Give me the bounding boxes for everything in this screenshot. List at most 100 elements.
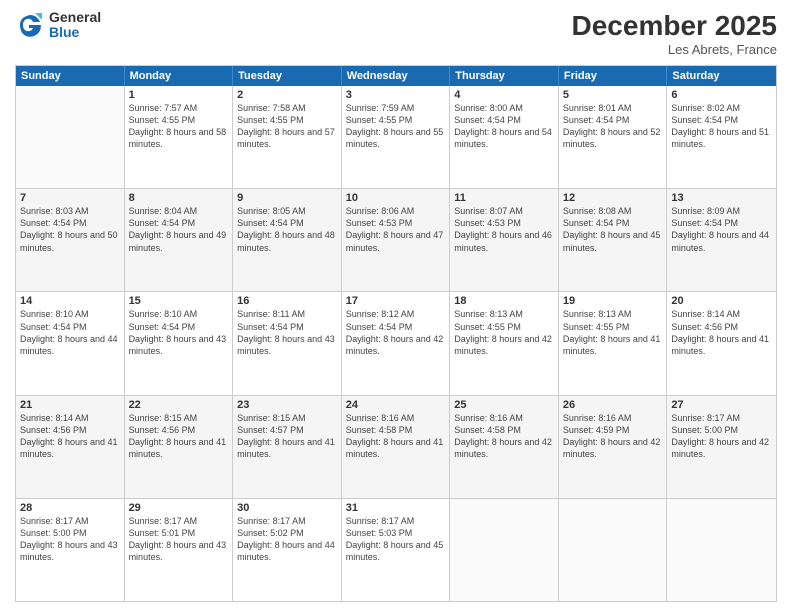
calendar-row: 28Sunrise: 8:17 AM Sunset: 5:00 PM Dayli… <box>16 498 776 601</box>
calendar-cell <box>450 499 559 601</box>
calendar-cell: 18Sunrise: 8:13 AM Sunset: 4:55 PM Dayli… <box>450 292 559 394</box>
day-number: 5 <box>563 89 663 101</box>
day-info: Sunrise: 8:09 AM Sunset: 4:54 PM Dayligh… <box>671 205 772 254</box>
day-info: Sunrise: 8:11 AM Sunset: 4:54 PM Dayligh… <box>237 308 337 357</box>
day-number: 18 <box>454 295 554 307</box>
day-info: Sunrise: 8:02 AM Sunset: 4:54 PM Dayligh… <box>671 102 772 151</box>
calendar-cell: 2Sunrise: 7:58 AM Sunset: 4:55 PM Daylig… <box>233 86 342 188</box>
logo-text: General Blue <box>49 10 101 41</box>
day-info: Sunrise: 8:17 AM Sunset: 5:01 PM Dayligh… <box>129 515 229 564</box>
calendar-row: 21Sunrise: 8:14 AM Sunset: 4:56 PM Dayli… <box>16 395 776 498</box>
day-info: Sunrise: 7:57 AM Sunset: 4:55 PM Dayligh… <box>129 102 229 151</box>
calendar-cell: 21Sunrise: 8:14 AM Sunset: 4:56 PM Dayli… <box>16 396 125 498</box>
day-info: Sunrise: 8:03 AM Sunset: 4:54 PM Dayligh… <box>20 205 120 254</box>
day-info: Sunrise: 8:17 AM Sunset: 5:03 PM Dayligh… <box>346 515 446 564</box>
day-info: Sunrise: 8:17 AM Sunset: 5:00 PM Dayligh… <box>20 515 120 564</box>
day-number: 1 <box>129 89 229 101</box>
logo-general-text: General <box>49 10 101 25</box>
day-info: Sunrise: 8:01 AM Sunset: 4:54 PM Dayligh… <box>563 102 663 151</box>
month-title: December 2025 <box>572 10 777 42</box>
weekday-header: Friday <box>559 66 668 86</box>
calendar-cell: 20Sunrise: 8:14 AM Sunset: 4:56 PM Dayli… <box>667 292 776 394</box>
calendar-cell: 6Sunrise: 8:02 AM Sunset: 4:54 PM Daylig… <box>667 86 776 188</box>
calendar-cell: 29Sunrise: 8:17 AM Sunset: 5:01 PM Dayli… <box>125 499 234 601</box>
day-number: 22 <box>129 399 229 411</box>
day-number: 27 <box>671 399 772 411</box>
calendar-cell: 28Sunrise: 8:17 AM Sunset: 5:00 PM Dayli… <box>16 499 125 601</box>
calendar-cell: 10Sunrise: 8:06 AM Sunset: 4:53 PM Dayli… <box>342 189 451 291</box>
weekday-header: Thursday <box>450 66 559 86</box>
day-number: 25 <box>454 399 554 411</box>
day-number: 29 <box>129 502 229 514</box>
day-number: 15 <box>129 295 229 307</box>
calendar-cell: 15Sunrise: 8:10 AM Sunset: 4:54 PM Dayli… <box>125 292 234 394</box>
day-number: 19 <box>563 295 663 307</box>
calendar-cell: 12Sunrise: 8:08 AM Sunset: 4:54 PM Dayli… <box>559 189 668 291</box>
weekday-header: Sunday <box>16 66 125 86</box>
day-info: Sunrise: 8:14 AM Sunset: 4:56 PM Dayligh… <box>671 308 772 357</box>
calendar-cell: 25Sunrise: 8:16 AM Sunset: 4:58 PM Dayli… <box>450 396 559 498</box>
calendar-cell: 30Sunrise: 8:17 AM Sunset: 5:02 PM Dayli… <box>233 499 342 601</box>
day-number: 12 <box>563 192 663 204</box>
calendar-cell: 19Sunrise: 8:13 AM Sunset: 4:55 PM Dayli… <box>559 292 668 394</box>
calendar-cell: 4Sunrise: 8:00 AM Sunset: 4:54 PM Daylig… <box>450 86 559 188</box>
day-number: 9 <box>237 192 337 204</box>
calendar-cell: 24Sunrise: 8:16 AM Sunset: 4:58 PM Dayli… <box>342 396 451 498</box>
calendar-cell <box>559 499 668 601</box>
logo: General Blue <box>15 10 101 41</box>
logo-blue-text: Blue <box>49 25 101 40</box>
day-info: Sunrise: 8:10 AM Sunset: 4:54 PM Dayligh… <box>20 308 120 357</box>
day-info: Sunrise: 8:15 AM Sunset: 4:57 PM Dayligh… <box>237 412 337 461</box>
day-number: 8 <box>129 192 229 204</box>
day-info: Sunrise: 8:05 AM Sunset: 4:54 PM Dayligh… <box>237 205 337 254</box>
day-info: Sunrise: 7:58 AM Sunset: 4:55 PM Dayligh… <box>237 102 337 151</box>
calendar-body: 1Sunrise: 7:57 AM Sunset: 4:55 PM Daylig… <box>16 86 776 601</box>
day-info: Sunrise: 8:17 AM Sunset: 5:02 PM Dayligh… <box>237 515 337 564</box>
day-number: 10 <box>346 192 446 204</box>
day-number: 6 <box>671 89 772 101</box>
calendar-cell: 17Sunrise: 8:12 AM Sunset: 4:54 PM Dayli… <box>342 292 451 394</box>
calendar-header: SundayMondayTuesdayWednesdayThursdayFrid… <box>16 66 776 86</box>
calendar-cell: 5Sunrise: 8:01 AM Sunset: 4:54 PM Daylig… <box>559 86 668 188</box>
day-number: 20 <box>671 295 772 307</box>
calendar-cell: 11Sunrise: 8:07 AM Sunset: 4:53 PM Dayli… <box>450 189 559 291</box>
day-info: Sunrise: 8:15 AM Sunset: 4:56 PM Dayligh… <box>129 412 229 461</box>
day-info: Sunrise: 8:16 AM Sunset: 4:59 PM Dayligh… <box>563 412 663 461</box>
day-info: Sunrise: 8:10 AM Sunset: 4:54 PM Dayligh… <box>129 308 229 357</box>
day-number: 11 <box>454 192 554 204</box>
day-number: 30 <box>237 502 337 514</box>
day-number: 3 <box>346 89 446 101</box>
calendar: SundayMondayTuesdayWednesdayThursdayFrid… <box>15 65 777 602</box>
day-info: Sunrise: 8:13 AM Sunset: 4:55 PM Dayligh… <box>563 308 663 357</box>
day-info: Sunrise: 8:13 AM Sunset: 4:55 PM Dayligh… <box>454 308 554 357</box>
day-number: 21 <box>20 399 120 411</box>
day-number: 23 <box>237 399 337 411</box>
calendar-cell: 23Sunrise: 8:15 AM Sunset: 4:57 PM Dayli… <box>233 396 342 498</box>
day-number: 14 <box>20 295 120 307</box>
calendar-row: 7Sunrise: 8:03 AM Sunset: 4:54 PM Daylig… <box>16 188 776 291</box>
day-info: Sunrise: 8:12 AM Sunset: 4:54 PM Dayligh… <box>346 308 446 357</box>
calendar-cell <box>667 499 776 601</box>
calendar-row: 1Sunrise: 7:57 AM Sunset: 4:55 PM Daylig… <box>16 86 776 188</box>
day-number: 17 <box>346 295 446 307</box>
calendar-cell: 9Sunrise: 8:05 AM Sunset: 4:54 PM Daylig… <box>233 189 342 291</box>
calendar-cell: 1Sunrise: 7:57 AM Sunset: 4:55 PM Daylig… <box>125 86 234 188</box>
location: Les Abrets, France <box>572 42 777 57</box>
day-info: Sunrise: 8:08 AM Sunset: 4:54 PM Dayligh… <box>563 205 663 254</box>
day-info: Sunrise: 8:04 AM Sunset: 4:54 PM Dayligh… <box>129 205 229 254</box>
day-number: 2 <box>237 89 337 101</box>
weekday-header: Saturday <box>667 66 776 86</box>
calendar-cell: 26Sunrise: 8:16 AM Sunset: 4:59 PM Dayli… <box>559 396 668 498</box>
calendar-cell: 14Sunrise: 8:10 AM Sunset: 4:54 PM Dayli… <box>16 292 125 394</box>
calendar-cell: 3Sunrise: 7:59 AM Sunset: 4:55 PM Daylig… <box>342 86 451 188</box>
page: General Blue December 2025 Les Abrets, F… <box>0 0 792 612</box>
header: General Blue December 2025 Les Abrets, F… <box>15 10 777 57</box>
day-info: Sunrise: 7:59 AM Sunset: 4:55 PM Dayligh… <box>346 102 446 151</box>
day-number: 16 <box>237 295 337 307</box>
calendar-row: 14Sunrise: 8:10 AM Sunset: 4:54 PM Dayli… <box>16 291 776 394</box>
calendar-cell: 13Sunrise: 8:09 AM Sunset: 4:54 PM Dayli… <box>667 189 776 291</box>
weekday-header: Wednesday <box>342 66 451 86</box>
day-number: 7 <box>20 192 120 204</box>
calendar-cell: 7Sunrise: 8:03 AM Sunset: 4:54 PM Daylig… <box>16 189 125 291</box>
day-info: Sunrise: 8:17 AM Sunset: 5:00 PM Dayligh… <box>671 412 772 461</box>
